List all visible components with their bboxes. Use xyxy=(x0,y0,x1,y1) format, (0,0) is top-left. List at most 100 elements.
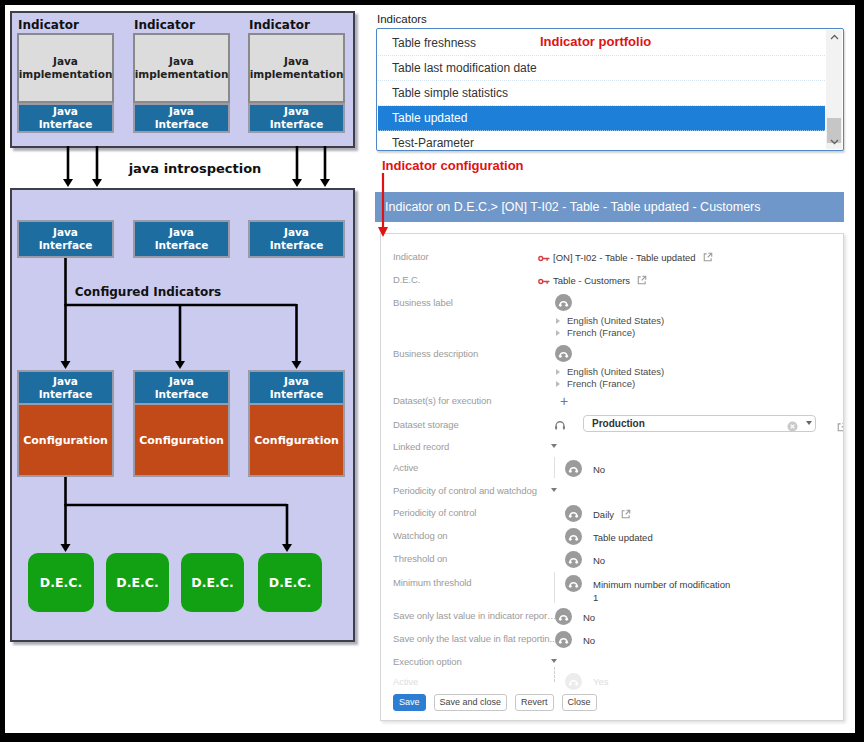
record-header: Indicator on D.E.C.> [ON] T-I02 - Table … xyxy=(375,192,844,222)
field-label: Save only the last value in flat reporti… xyxy=(393,633,558,644)
java-interface-box: JavaInterface xyxy=(17,220,114,258)
java-interface-box: JavaInterface xyxy=(248,103,345,133)
field-label: Active xyxy=(393,676,558,687)
scroll-up-icon[interactable] xyxy=(826,30,842,44)
locale-item[interactable]: English (United States) xyxy=(556,315,664,326)
save-button[interactable]: Save xyxy=(393,694,426,711)
field-label: Business label xyxy=(393,297,558,308)
inherited-value-icon xyxy=(565,463,582,480)
external-link-icon[interactable] xyxy=(830,417,844,436)
dec-box: D.E.C. xyxy=(181,553,244,612)
key-icon xyxy=(538,251,551,269)
chevron-right-icon xyxy=(556,381,563,387)
form-row: Linked record xyxy=(381,436,843,457)
java-interface-box: JavaInterface xyxy=(17,370,114,405)
java-implementation-box: Javaimplementation xyxy=(17,33,114,103)
external-link-icon[interactable] xyxy=(637,275,647,287)
save-and-close-button[interactable]: Save and close xyxy=(434,694,508,711)
field-label: Threshold on xyxy=(393,553,558,564)
field-label: Dataset(s) for execution xyxy=(393,395,558,406)
form-row: ActiveNo xyxy=(381,457,843,480)
java-implementation-box: Javaimplementation xyxy=(133,33,230,103)
field-value-link[interactable]: [ON] T-I02 - Table - Table updated xyxy=(553,252,713,264)
chevron-right-icon xyxy=(556,318,563,324)
indent-guide xyxy=(554,457,555,478)
form-row: Periodicity of controlDaily xyxy=(381,502,843,525)
field-label: Periodicity of control and watchdog xyxy=(393,485,558,496)
inherited-value-icon xyxy=(555,348,572,365)
external-link-icon[interactable] xyxy=(837,418,844,436)
field-label: D.E.C. xyxy=(393,274,558,285)
form-row: D.E.C.Table - Customers xyxy=(381,269,843,292)
form-row: Business label English (United States)Fre… xyxy=(381,292,843,343)
form-row: Execution option xyxy=(381,651,843,672)
external-link-icon[interactable] xyxy=(703,252,713,264)
configured-indicators-label: Configured Indicators xyxy=(63,285,233,299)
locale-item[interactable]: English (United States) xyxy=(556,366,664,377)
field-value: No xyxy=(593,464,605,475)
form-row: Business description English (United Stat… xyxy=(381,343,843,390)
dec-box: D.E.C. xyxy=(106,553,169,612)
architecture-diagram: IndicatorJavaimplementationJavaInterface… xyxy=(10,11,355,643)
indicators-list-label: Indicators xyxy=(377,13,427,25)
indicator-classes-box: IndicatorJavaimplementationJavaInterface… xyxy=(10,11,355,148)
inherited-value-icon xyxy=(565,578,582,595)
field-label: Business description xyxy=(393,348,558,359)
chevron-down-icon[interactable] xyxy=(806,421,812,428)
indicator-configuration-form: Indicator[ON] T-I02 - Table - Table upda… xyxy=(380,233,844,721)
list-item[interactable]: Table updated xyxy=(378,106,825,131)
indicator-title: Indicator xyxy=(18,18,79,32)
configuration-box: Configuration xyxy=(133,405,230,477)
chevron-right-icon xyxy=(556,369,563,375)
list-item[interactable]: Table last modification date xyxy=(378,56,825,81)
chevron-right-icon xyxy=(556,330,563,336)
field-value: Table updated xyxy=(593,532,653,543)
field-label: Save only last value in indicator report… xyxy=(393,610,558,621)
scroll-down-icon[interactable] xyxy=(826,135,842,149)
field-value-2: 1 xyxy=(593,592,598,603)
configured-indicators-box: JavaInterfaceJavaInterfaceConfigurationJ… xyxy=(10,188,355,642)
add-icon[interactable]: + xyxy=(560,394,568,408)
locale-item[interactable]: French (France) xyxy=(556,378,635,389)
dataset-storage-input[interactable]: Production xyxy=(583,415,816,432)
list-item[interactable]: Test-Parameter xyxy=(378,131,825,151)
external-link-icon[interactable] xyxy=(621,509,631,521)
field-label: Linked record xyxy=(393,441,558,452)
configured-indicator-stack: JavaInterfaceConfiguration xyxy=(17,370,114,477)
field-value-link[interactable]: Table - Customers xyxy=(553,275,647,287)
collapse-icon[interactable] xyxy=(551,488,557,495)
dec-box: D.E.C. xyxy=(258,553,322,612)
red-arrow-icon xyxy=(377,173,391,237)
inherited-value-icon xyxy=(555,297,572,314)
scrollbar[interactable] xyxy=(826,30,842,149)
key-icon xyxy=(538,274,551,292)
revert-button[interactable]: Revert xyxy=(515,694,554,711)
clear-icon[interactable] xyxy=(787,418,798,436)
indicator-portfolio-annotation: Indicator portfolio xyxy=(540,34,651,49)
java-interface-box: JavaInterface xyxy=(133,103,230,133)
collapse-icon[interactable] xyxy=(551,444,557,451)
java-implementation-box: Javaimplementation xyxy=(248,33,345,103)
form-row: ActiveYes xyxy=(381,672,843,691)
configuration-box: Configuration xyxy=(248,405,345,477)
inherited-value-icon xyxy=(555,611,572,628)
collapse-icon[interactable] xyxy=(551,659,557,666)
close-button[interactable]: Close xyxy=(562,694,597,711)
form-row: Indicator[ON] T-I02 - Table - Table upda… xyxy=(381,246,843,269)
field-value: No xyxy=(593,555,605,566)
field-value: Daily xyxy=(593,509,631,521)
java-interface-box: JavaInterface xyxy=(133,220,230,258)
configured-indicator-stack: JavaInterfaceConfiguration xyxy=(133,370,230,477)
java-interface-box: JavaInterface xyxy=(17,103,114,133)
field-label: Dataset storage xyxy=(393,419,558,430)
field-label: Minimum threshold xyxy=(393,577,558,588)
inherited-value-icon xyxy=(565,508,582,525)
headset-icon xyxy=(553,418,567,436)
field-value: Minimum number of modification xyxy=(593,579,730,590)
indicator-configuration-annotation: Indicator configuration xyxy=(382,158,524,173)
field-label: Execution option xyxy=(393,656,558,667)
locale-item[interactable]: French (France) xyxy=(556,327,635,338)
list-item[interactable]: Table simple statistics xyxy=(378,81,825,106)
form-row: Save only last value in indicator report… xyxy=(381,605,843,628)
java-introspection-label: java introspection xyxy=(100,161,290,176)
